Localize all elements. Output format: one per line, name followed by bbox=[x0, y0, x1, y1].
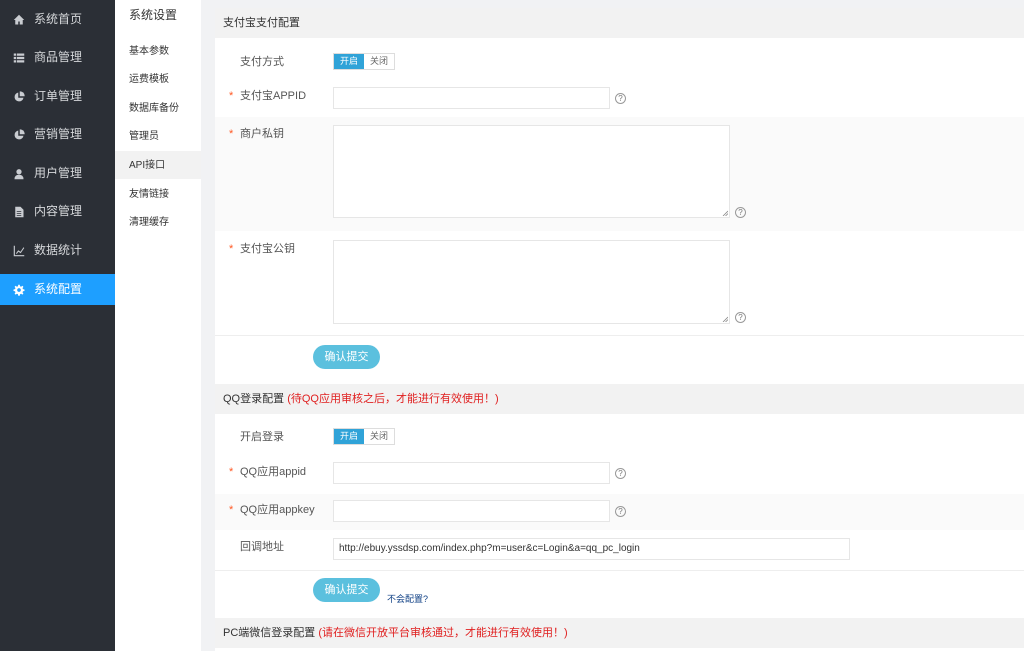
alipay-pay-switch: 开启 关闭 bbox=[333, 53, 395, 70]
alipay-appid-input[interactable] bbox=[333, 87, 610, 109]
nav-item-label: 营销管理 bbox=[34, 127, 83, 141]
qq-enable-label: 开启登录 bbox=[240, 431, 284, 443]
secondary-sidebar: 系统设置 基本参数 运费模板 数据库备份 管理员 API接口 友情链接 清理缓存 bbox=[115, 0, 201, 651]
alipay-submit-row: 确认提交 bbox=[215, 335, 1024, 384]
qq-callback-input[interactable]: http://ebuy.yssdsp.com/index.php?m=user&… bbox=[333, 538, 850, 560]
qq-enable-row: 开启登录 开启 关闭 bbox=[215, 414, 1024, 460]
alipay-section-title: 支付宝支付配置 bbox=[223, 17, 300, 29]
nav-item-users[interactable]: 用户管理 bbox=[0, 158, 115, 189]
help-icon[interactable]: ? bbox=[615, 468, 626, 479]
help-icon[interactable]: ? bbox=[615, 93, 626, 104]
wechat-section-title: PC端微信登录配置 (请在微信开放平台审核通过，才能进行有效使用！) bbox=[223, 627, 568, 640]
switch-on-button[interactable]: 开启 bbox=[334, 429, 364, 444]
nav-item-marketing[interactable]: 营销管理 bbox=[0, 119, 115, 150]
wechat-section-header: PC端微信登录配置 (请在微信开放平台审核通过，才能进行有效使用！) bbox=[215, 618, 1024, 648]
wechat-title-text: PC端微信登录配置 bbox=[223, 627, 316, 639]
alipay-section-header: 支付宝支付配置 bbox=[215, 8, 1024, 38]
alipay-submit-button[interactable]: 确认提交 bbox=[313, 345, 380, 369]
nav-item-products[interactable]: 商品管理 bbox=[0, 42, 115, 73]
required-mark: * bbox=[229, 243, 234, 255]
qq-submit-row: 确认提交 不会配置? bbox=[215, 570, 1024, 618]
subnav-title: 系统设置 bbox=[129, 8, 178, 22]
subnav-item-label: 管理员 bbox=[129, 131, 159, 142]
help-icon[interactable]: ? bbox=[735, 312, 746, 323]
subnav-item-shipping-template[interactable]: 运费模板 bbox=[115, 65, 201, 93]
nav-item-content[interactable]: 内容管理 bbox=[0, 196, 115, 227]
nav-item-label: 数据统计 bbox=[34, 243, 83, 257]
nav-item-label: 内容管理 bbox=[34, 204, 83, 218]
qq-callback-label: 回调地址 bbox=[240, 541, 284, 553]
qq-callback-row: 回调地址 http://ebuy.yssdsp.com/index.php?m=… bbox=[215, 530, 1024, 570]
nav-item-label: 订单管理 bbox=[34, 89, 83, 103]
qq-appkey-input[interactable] bbox=[333, 500, 610, 522]
required-mark: * bbox=[229, 128, 234, 140]
alipay-pay-method-row: 支付方式 开启 关闭 bbox=[215, 38, 1024, 83]
private-key-label: 商户私钥 bbox=[240, 128, 284, 140]
subnav-item-label: 基本参数 bbox=[129, 46, 169, 57]
help-icon[interactable]: ? bbox=[735, 207, 746, 218]
public-key-label: 支付宝公钥 bbox=[240, 243, 295, 255]
primary-sidebar: 系统首页 商品管理 订单管理 营销管理 用户管理 内容管理 数据统计 系统配置 bbox=[0, 0, 115, 651]
private-key-textarea[interactable] bbox=[333, 125, 730, 218]
subnav-item-label: 数据库备份 bbox=[129, 103, 179, 114]
qq-submit-button[interactable]: 确认提交 bbox=[313, 578, 380, 602]
pie-chart-icon bbox=[12, 128, 25, 141]
nav-item-system-config[interactable]: 系统配置 bbox=[0, 274, 115, 305]
alipay-public-key-row: * 支付宝公钥 ? bbox=[215, 231, 1024, 335]
nav-item-label: 商品管理 bbox=[34, 50, 83, 64]
qq-appkey-row: * QQ应用appkey ? bbox=[215, 494, 1024, 530]
switch-off-button[interactable]: 关闭 bbox=[364, 54, 394, 69]
app: 系统首页 商品管理 订单管理 营销管理 用户管理 内容管理 数据统计 系统配置 bbox=[0, 0, 1024, 651]
nav-item-label: 系统配置 bbox=[34, 282, 83, 296]
subnav-item-label: 运费模板 bbox=[129, 74, 169, 85]
pie-chart-icon bbox=[12, 90, 25, 103]
subnav-item-clear-cache[interactable]: 清理缓存 bbox=[115, 208, 201, 236]
qq-appid-row: * QQ应用appid ? bbox=[215, 460, 1024, 494]
wechat-warning-text: (请在微信开放平台审核通过，才能进行有效使用！) bbox=[318, 627, 568, 639]
help-icon[interactable]: ? bbox=[615, 506, 626, 517]
gear-icon bbox=[12, 283, 25, 296]
list-icon bbox=[12, 51, 25, 64]
main-content: 支付宝支付配置 支付方式 开启 关闭 * 支付宝APPID ? * 商户私钥 ?… bbox=[215, 8, 1024, 651]
gutter bbox=[201, 0, 214, 651]
resize-grip-icon[interactable] bbox=[722, 210, 728, 216]
switch-off-button[interactable]: 关闭 bbox=[364, 429, 394, 444]
subnav-item-db-backup[interactable]: 数据库备份 bbox=[115, 94, 201, 122]
nav-item-home[interactable]: 系统首页 bbox=[0, 4, 115, 35]
switch-on-button[interactable]: 开启 bbox=[334, 54, 364, 69]
qq-section-header: QQ登录配置 (待QQ应用审核之后，才能进行有效使用！) bbox=[215, 384, 1024, 414]
alipay-private-key-row: * 商户私钥 ? bbox=[215, 117, 1024, 231]
subnav-item-api[interactable]: API接口 bbox=[115, 151, 201, 179]
home-icon bbox=[12, 13, 25, 26]
nav-item-label: 系统首页 bbox=[34, 12, 83, 26]
line-chart-icon bbox=[12, 244, 25, 257]
nav-item-statistics[interactable]: 数据统计 bbox=[0, 235, 115, 266]
subnav-item-links[interactable]: 友情链接 bbox=[115, 180, 201, 208]
alipay-appid-row: * 支付宝APPID ? bbox=[215, 83, 1024, 117]
qq-appkey-label: QQ应用appkey bbox=[240, 504, 315, 516]
public-key-textarea[interactable] bbox=[333, 240, 730, 324]
qq-enable-switch: 开启 关闭 bbox=[333, 428, 395, 445]
nav-item-orders[interactable]: 订单管理 bbox=[0, 81, 115, 112]
alipay-appid-label: 支付宝APPID bbox=[240, 90, 307, 102]
resize-grip-icon[interactable] bbox=[722, 316, 728, 322]
required-mark: * bbox=[229, 504, 234, 516]
document-icon bbox=[12, 205, 25, 218]
subnav-item-label: 友情链接 bbox=[129, 189, 169, 200]
subnav-item-basic-params[interactable]: 基本参数 bbox=[115, 37, 201, 65]
qq-section-title: QQ登录配置 (待QQ应用审核之后，才能进行有效使用！) bbox=[223, 393, 499, 406]
required-mark: * bbox=[229, 90, 234, 102]
subnav-item-admins[interactable]: 管理员 bbox=[115, 122, 201, 150]
pay-method-label: 支付方式 bbox=[240, 56, 284, 68]
user-icon bbox=[12, 167, 25, 180]
subnav-item-label: 清理缓存 bbox=[129, 217, 169, 228]
qq-appid-input[interactable] bbox=[333, 462, 610, 484]
qq-warning-text: (待QQ应用审核之后，才能进行有效使用！) bbox=[287, 393, 499, 405]
qq-appid-label: QQ应用appid bbox=[240, 466, 307, 478]
qq-help-link[interactable]: 不会配置? bbox=[387, 592, 428, 605]
nav-item-label: 用户管理 bbox=[34, 166, 83, 180]
subnav-item-label: API接口 bbox=[129, 160, 166, 171]
qq-title-text: QQ登录配置 bbox=[223, 393, 285, 405]
required-mark: * bbox=[229, 466, 234, 478]
